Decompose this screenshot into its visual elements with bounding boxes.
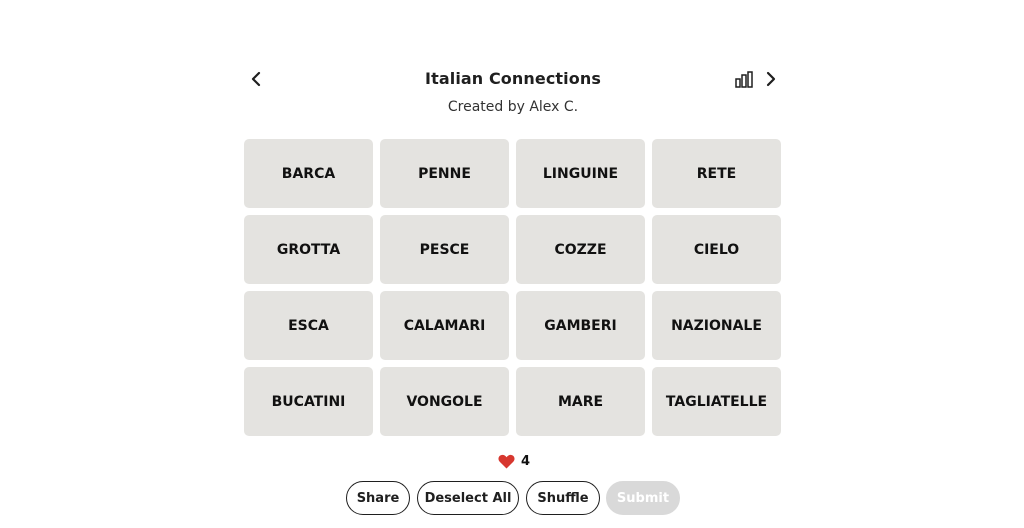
word-tile[interactable]: MARE	[516, 367, 645, 436]
submit-button[interactable]: Submit	[606, 481, 680, 515]
word-tile[interactable]: PENNE	[380, 139, 509, 208]
word-tile[interactable]: COZZE	[516, 215, 645, 284]
heart-icon	[498, 454, 515, 468]
word-tile[interactable]: NAZIONALE	[652, 291, 781, 360]
word-tile[interactable]: CIELO	[652, 215, 781, 284]
word-tile[interactable]: RETE	[652, 139, 781, 208]
puzzle-author: Created by Alex C.	[447, 99, 579, 115]
page-title: Italian Connections	[425, 69, 601, 88]
stats-button[interactable]	[733, 69, 755, 91]
puzzle-header: Italian Connections Created by Alex C.	[0, 0, 1024, 130]
chevron-right-icon	[766, 71, 776, 87]
word-tile[interactable]: BARCA	[244, 139, 373, 208]
next-puzzle-button[interactable]	[759, 68, 781, 90]
word-tile[interactable]: GROTTA	[244, 215, 373, 284]
shuffle-button[interactable]: Shuffle	[526, 481, 600, 515]
word-tile[interactable]: BUCATINI	[244, 367, 373, 436]
lives-count: 4	[521, 453, 531, 469]
word-tile[interactable]: CALAMARI	[380, 291, 509, 360]
word-tile[interactable]: VONGOLE	[380, 367, 509, 436]
deselect-all-button[interactable]: Deselect All	[417, 481, 519, 515]
mistakes-remaining: 4	[498, 452, 530, 470]
word-tile[interactable]: ESCA	[244, 291, 373, 360]
action-bar: Share Deselect All Shuffle Submit	[0, 481, 1024, 517]
word-tile[interactable]: PESCE	[380, 215, 509, 284]
word-tile[interactable]: TAGLIATELLE	[652, 367, 781, 436]
bar-chart-icon	[735, 71, 753, 88]
word-tile[interactable]: LINGUINE	[516, 139, 645, 208]
share-button[interactable]: Share	[346, 481, 410, 515]
word-grid: BARCA PENNE LINGUINE RETE GROTTA PESCE C…	[244, 139, 782, 436]
word-tile[interactable]: GAMBERI	[516, 291, 645, 360]
